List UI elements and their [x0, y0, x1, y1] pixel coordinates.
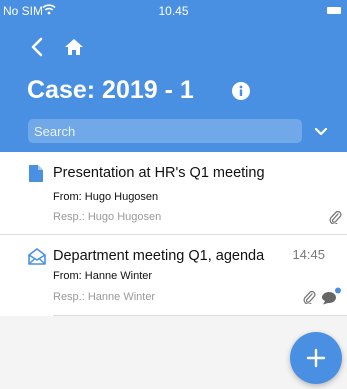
header: No SIM 10.45 Case: 2019 - 1 — [0, 0, 347, 152]
open-envelope-icon — [28, 248, 46, 265]
add-button[interactable] — [290, 332, 342, 384]
item-from: From: Hanne Winter — [53, 270, 153, 282]
home-icon[interactable] — [63, 36, 85, 58]
item-title: Presentation at HR's Q1 meeting — [53, 165, 265, 181]
search-input[interactable] — [28, 119, 302, 143]
item-resp: Resp.: Hanne Winter — [53, 291, 156, 303]
info-icon[interactable] — [232, 82, 250, 100]
comment-unread-icon — [321, 287, 341, 305]
back-icon[interactable] — [27, 36, 49, 58]
paperclip-icon — [329, 210, 342, 224]
item-resp: Resp.: Hugo Hugosen — [53, 211, 162, 223]
divider — [53, 315, 347, 316]
paperclip-icon — [303, 290, 316, 304]
document-icon — [29, 165, 43, 182]
item-time: 14:45 — [292, 247, 325, 262]
case-item-list: Presentation at HR's Q1 meeting From: Hu… — [0, 152, 347, 316]
item-title: Department meeting Q1, agenda — [53, 248, 265, 264]
page-title: Case: 2019 - 1 — [27, 76, 194, 104]
list-item[interactable]: Department meeting Q1, agenda 14:45 From… — [0, 234, 347, 316]
plus-icon — [306, 348, 326, 368]
item-from: From: Hugo Hugosen — [53, 191, 159, 203]
status-bar: No SIM 10.45 — [0, 0, 347, 20]
chevron-down-icon[interactable] — [311, 122, 331, 140]
status-time: 10.45 — [158, 4, 189, 18]
battery-icon — [327, 7, 341, 14]
list-item[interactable]: Presentation at HR's Q1 meeting From: Hu… — [0, 152, 347, 234]
